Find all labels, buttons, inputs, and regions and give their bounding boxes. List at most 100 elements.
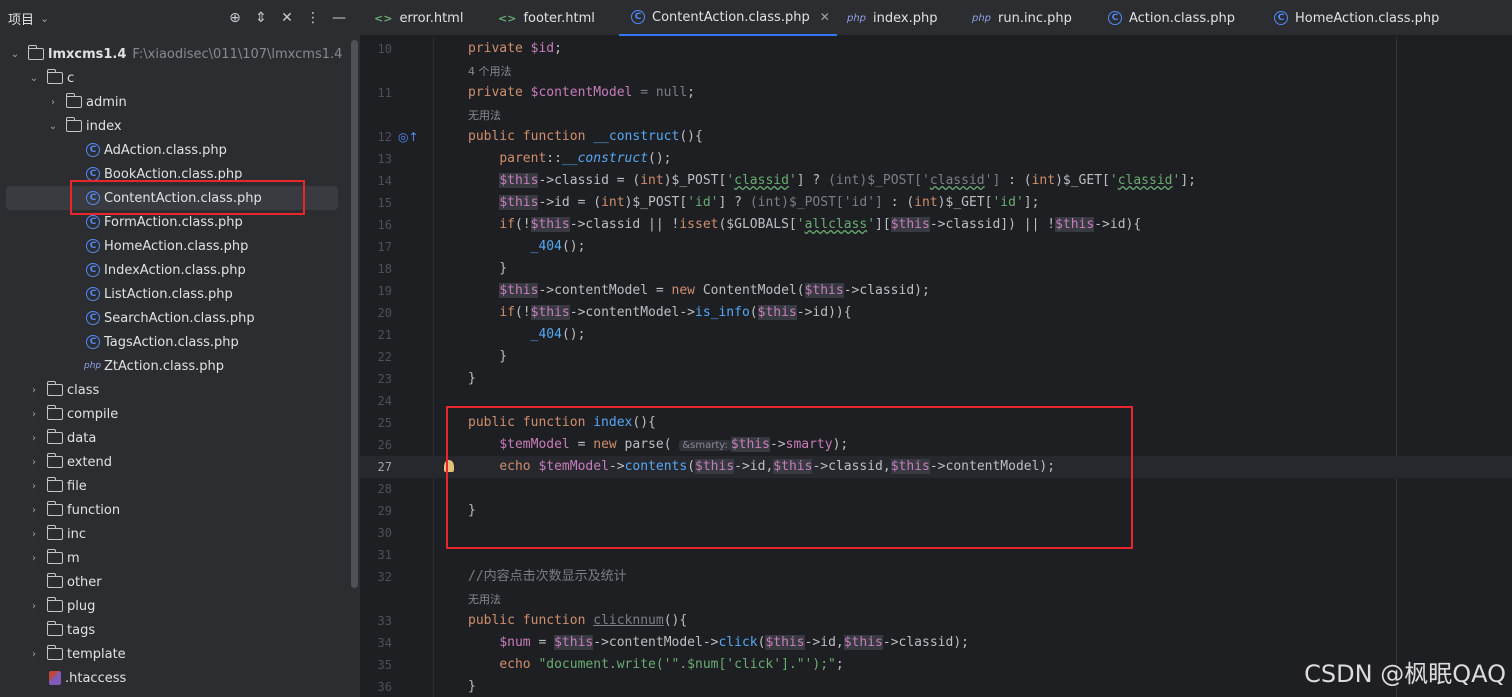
folder-icon bbox=[46, 597, 63, 612]
code-line[interactable]: 13 parent::__construct(); bbox=[360, 148, 1512, 170]
code-text: _404(); bbox=[530, 239, 586, 254]
chevron-right-icon[interactable]: › bbox=[27, 649, 41, 660]
tree-file-htaccess[interactable]: .htaccess bbox=[0, 666, 350, 690]
tab-index-php[interactable]: php index.php bbox=[847, 0, 938, 36]
tab-contentaction[interactable]: C ContentAction.class.php ✕ bbox=[619, 0, 837, 36]
chevron-right-icon[interactable]: › bbox=[27, 385, 41, 396]
file-label: HomeAction.class.php bbox=[104, 238, 249, 254]
chevron-down-icon[interactable]: ⌄ bbox=[27, 73, 41, 84]
folder-label: compile bbox=[67, 406, 119, 422]
tree-folder-tags[interactable]: tags bbox=[0, 618, 350, 642]
usages-hint[interactable]: 4 个用法 bbox=[468, 61, 512, 83]
code-line[interactable]: 18 } bbox=[360, 258, 1512, 280]
code-text: $this->id = (int)$_POST['id'] ? (int)$_P… bbox=[499, 195, 1040, 210]
file-label: FormAction.class.php bbox=[104, 214, 243, 230]
line-number: 14 bbox=[377, 174, 392, 188]
folder-label: template bbox=[67, 646, 126, 662]
options-icon[interactable]: ⋮ bbox=[303, 8, 323, 28]
code-line[interactable]: 11 private $contentModel = null; bbox=[360, 82, 1512, 104]
tree-file[interactable]: C IndexAction.class.php bbox=[0, 258, 350, 282]
folder-icon bbox=[27, 45, 44, 60]
tree-folder-other[interactable]: other bbox=[0, 570, 350, 594]
tab-action-class[interactable]: C Action.class.php bbox=[1108, 0, 1235, 36]
expand-all-icon[interactable]: ⇕ bbox=[251, 8, 271, 28]
tree-folder-admin[interactable]: › admin bbox=[0, 90, 350, 114]
tree-folder-function[interactable]: › function bbox=[0, 498, 350, 522]
tree-file[interactable]: C ListAction.class.php bbox=[0, 282, 350, 306]
tree-file[interactable]: C SearchAction.class.php bbox=[0, 306, 350, 330]
chevron-down-icon[interactable]: ⌄ bbox=[8, 49, 22, 60]
tree-file[interactable]: C TagsAction.class.php bbox=[0, 330, 350, 354]
chevron-right-icon[interactable]: › bbox=[27, 409, 41, 420]
chevron-right-icon[interactable]: › bbox=[27, 481, 41, 492]
folder-label: file bbox=[67, 478, 87, 494]
tab-homeaction-class[interactable]: C HomeAction.class.php bbox=[1274, 0, 1439, 36]
tree-folder-c[interactable]: ⌄ c bbox=[0, 66, 350, 90]
tree-file[interactable]: php ZtAction.class.php bbox=[0, 354, 350, 378]
tree-file[interactable]: C HomeAction.class.php bbox=[0, 234, 350, 258]
close-icon[interactable]: ✕ bbox=[820, 10, 830, 24]
chevron-right-icon[interactable]: › bbox=[27, 553, 41, 564]
chevron-right-icon[interactable]: › bbox=[27, 505, 41, 516]
code-line[interactable]: 17 _404(); bbox=[360, 236, 1512, 258]
code-text: $this->contentModel = new ContentModel($… bbox=[499, 283, 930, 298]
tree-folder-class[interactable]: › class bbox=[0, 378, 350, 402]
code-line[interactable]: 22 } bbox=[360, 346, 1512, 368]
tree-folder-compile[interactable]: › compile bbox=[0, 402, 350, 426]
override-icon[interactable]: ◎↑ bbox=[398, 126, 419, 148]
tree-folder-index[interactable]: ⌄ index bbox=[0, 114, 350, 138]
usage-hint-line: 4 个用法 bbox=[360, 61, 1512, 83]
code-line[interactable]: 23} bbox=[360, 368, 1512, 390]
usages-hint[interactable]: 无用法 bbox=[468, 589, 501, 611]
line-number: 25 bbox=[377, 416, 392, 430]
project-title[interactable]: 项目 bbox=[8, 9, 34, 28]
tree-folder-plug[interactable]: › plug bbox=[0, 594, 350, 618]
line-number: 34 bbox=[377, 636, 392, 650]
project-panel: 项目 ⌄ ⊕ ⇕ ✕ ⋮ — ⌄ lmxcms1.4 F:\xiaodisec\… bbox=[0, 0, 360, 697]
tree-file[interactable]: C AdAction.class.php bbox=[0, 138, 350, 162]
code-comment: //内容点击次数显示及统计 bbox=[468, 569, 627, 584]
tree-folder-template[interactable]: › template bbox=[0, 642, 350, 666]
minimize-icon[interactable]: — bbox=[329, 8, 349, 28]
highlight-box-code bbox=[446, 406, 1133, 549]
tree-folder-extend[interactable]: › extend bbox=[0, 450, 350, 474]
code-line[interactable]: 12 ◎↑ public function __construct(){ bbox=[360, 126, 1512, 148]
code-line[interactable]: 15 $this->id = (int)$_POST['id'] ? (int)… bbox=[360, 192, 1512, 214]
code-line[interactable]: 10 private $id; bbox=[360, 38, 1512, 60]
chevron-down-icon[interactable]: ⌄ bbox=[40, 12, 49, 25]
chevron-right-icon[interactable]: › bbox=[27, 601, 41, 612]
chevron-right-icon[interactable]: › bbox=[46, 97, 60, 108]
tab-run-inc-php[interactable]: php run.inc.php bbox=[972, 0, 1072, 36]
usages-hint[interactable]: 无用法 bbox=[468, 105, 501, 127]
code-line[interactable]: 21 _404(); bbox=[360, 324, 1512, 346]
tree-folder-file[interactable]: › file bbox=[0, 474, 350, 498]
chevron-right-icon[interactable]: › bbox=[27, 433, 41, 444]
code-editor[interactable]: 10 private $id; 4 个用法 11 private $contentM… bbox=[360, 37, 1512, 697]
chevron-down-icon[interactable]: ⌄ bbox=[46, 121, 60, 132]
chevron-right-icon[interactable]: › bbox=[27, 457, 41, 468]
file-tree: ⌄ lmxcms1.4 F:\xiaodisec\011\107\lmxcms1… bbox=[0, 42, 350, 690]
locate-icon[interactable]: ⊕ bbox=[225, 8, 245, 28]
chevron-right-icon[interactable]: › bbox=[27, 529, 41, 540]
code-line[interactable]: 20 if(!$this->contentModel->is_info($thi… bbox=[360, 302, 1512, 324]
tree-scrollbar[interactable] bbox=[351, 40, 358, 588]
folder-label: c bbox=[67, 70, 75, 86]
line-number: 23 bbox=[377, 372, 392, 386]
code-line[interactable]: 32 //内容点击次数显示及统计 bbox=[360, 566, 1512, 588]
tree-folder-inc[interactable]: › inc bbox=[0, 522, 350, 546]
code-line[interactable]: 33 public function clicknnum(){ bbox=[360, 610, 1512, 632]
code-line[interactable]: 34 $num = $this->contentModel->click($th… bbox=[360, 632, 1512, 654]
tree-folder-m[interactable]: › m bbox=[0, 546, 350, 570]
tree-folder-data[interactable]: › data bbox=[0, 426, 350, 450]
tab-label: HomeAction.class.php bbox=[1295, 10, 1440, 26]
usage-hint-line: 无用法 bbox=[360, 105, 1512, 127]
collapse-all-icon[interactable]: ✕ bbox=[277, 8, 297, 28]
code-line[interactable]: 19 $this->contentModel = new ContentMode… bbox=[360, 280, 1512, 302]
code-line[interactable]: 14 $this->classid = (int)$_POST['classid… bbox=[360, 170, 1512, 192]
code-line[interactable]: 16 if(!$this->classid || !isset($GLOBALS… bbox=[360, 214, 1512, 236]
line-number: 15 bbox=[377, 196, 392, 210]
tree-root[interactable]: ⌄ lmxcms1.4 F:\xiaodisec\011\107\lmxcms1… bbox=[0, 42, 350, 66]
tab-error-html[interactable]: <> error.html bbox=[374, 0, 463, 36]
tab-footer-html[interactable]: <> footer.html bbox=[498, 0, 595, 36]
html-file-icon: <> bbox=[374, 11, 393, 25]
